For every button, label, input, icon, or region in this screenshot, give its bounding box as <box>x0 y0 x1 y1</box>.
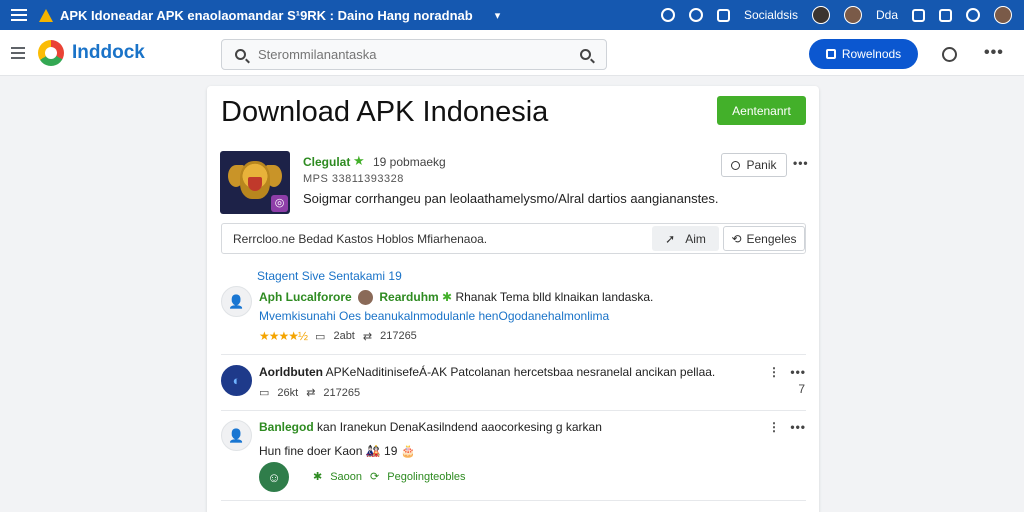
post-text: kan Iranekun DenaKasilndend aaocorkesing… <box>317 420 602 434</box>
brand-name[interactable]: Inddock <box>72 42 145 64</box>
avatar <box>358 290 374 306</box>
user-icon[interactable]: 👤 <box>221 420 252 451</box>
app-icon[interactable]: ◎ <box>220 151 290 214</box>
search-submit-icon[interactable] <box>580 49 591 60</box>
app-name[interactable]: Clegulat <box>303 155 350 169</box>
download-icon <box>825 49 836 59</box>
refresh-icon[interactable] <box>688 8 703 22</box>
star-icon: ✱ <box>442 290 453 304</box>
tab-icon[interactable] <box>716 8 730 22</box>
post-author[interactable]: Banlegod <box>259 420 314 434</box>
comment-count: 2abt <box>333 330 355 342</box>
post-stat-1[interactable]: Saoon <box>330 471 362 483</box>
comment-count: 26kt <box>277 386 299 399</box>
arrow-icon: ➚ <box>665 231 676 246</box>
avatar[interactable] <box>811 6 830 24</box>
download-button[interactable]: Rowelnods <box>809 39 918 69</box>
comment-icon: ▭ <box>259 387 270 399</box>
social-label[interactable]: Socialdsis <box>744 8 798 22</box>
tags-label: Eengeles <box>746 231 797 246</box>
pin-icon <box>731 160 741 170</box>
lock-icon[interactable] <box>660 8 675 22</box>
pin-label: Panik <box>746 158 777 172</box>
search-box[interactable] <box>221 39 607 70</box>
chevron-down-icon[interactable]: ▾ <box>495 9 501 22</box>
star-icon: ✱ <box>313 471 323 483</box>
share-icon: ⇄ <box>362 330 373 343</box>
brand-logo-icon[interactable] <box>38 40 64 66</box>
divider <box>221 354 806 355</box>
more-options-icon[interactable]: ••• <box>793 156 809 170</box>
share-icon: ⟳ <box>370 471 380 483</box>
top-bar: APK Idoneadar APK enaolaomandar S¹9RK : … <box>0 0 1024 30</box>
search-icon <box>235 49 246 60</box>
info-text: Rerrcloo.ne Bedad Kastos Hoblos Mfiarhen… <box>233 232 488 246</box>
post-author[interactable]: Aorldbuten <box>259 365 323 379</box>
vertical-dots-icon[interactable]: ⋮ <box>768 420 780 434</box>
rating-stars: ★★★★½ <box>259 329 308 343</box>
share-count: 217265 <box>323 386 361 399</box>
aim-button[interactable]: ➚ Aim <box>652 226 719 251</box>
main-card: Download APK Indonesia Aentenanrt ◎ Cleg… <box>207 86 819 512</box>
star-icon: ★ <box>353 153 365 168</box>
info-bar: Rerrcloo.ne Bedad Kastos Hoblos Mfiarhen… <box>221 223 806 254</box>
app-downloads: 19 pobmaekg <box>373 155 446 169</box>
post-badge: Rearduhm <box>379 290 439 304</box>
avatar[interactable] <box>843 6 862 24</box>
grid-icon[interactable] <box>939 8 952 22</box>
notification-icon[interactable] <box>942 47 957 62</box>
page-title: Download APK Indonesia <box>221 96 549 128</box>
more-options-icon[interactable]: ••• <box>790 365 806 379</box>
pin-button[interactable]: Panik <box>721 153 787 177</box>
account-label[interactable]: Dda <box>876 8 898 22</box>
hamburger-icon[interactable] <box>11 47 25 59</box>
window-icon[interactable] <box>912 8 925 22</box>
aim-label: Aim <box>685 231 706 246</box>
post-subline: Hun fine doer Kaon 🎎 19 🎂 <box>259 444 416 458</box>
divider <box>221 500 806 501</box>
profile-avatar[interactable] <box>994 6 1012 24</box>
instagram-icon: ◎ <box>271 195 288 212</box>
post-text: Rhanak Tema blld klnaikan landaska. <box>455 290 654 304</box>
menu-icon[interactable] <box>11 9 27 21</box>
shield-icon <box>248 177 262 191</box>
tag-icon: ⟲ <box>731 231 742 246</box>
post-stats: ★★★★½ ▭ 2abt ⇄ 217265 <box>259 329 417 343</box>
primary-action-button[interactable]: Aentenanrt <box>717 96 806 125</box>
post-stats: ✱ Saoon ⟳ Pegolingteobles <box>313 470 466 484</box>
app-meta: MPS 33811393328 <box>303 173 404 185</box>
tags-button[interactable]: ⟲ Eengeles <box>723 226 805 251</box>
app-description: Soigmar corrhangeu pan leolaathamelysmo/… <box>303 191 719 206</box>
vertical-dots-icon[interactable]: ⋮ <box>768 365 780 379</box>
post-stat-2[interactable]: Pegolingteobles <box>387 471 465 483</box>
search-input[interactable] <box>258 47 558 62</box>
post-stats: ▭ 26kt ⇄ 217265 <box>259 386 361 400</box>
settings-icon[interactable] <box>966 8 980 22</box>
topbar-actions: Socialdsis Dda <box>660 0 1012 30</box>
share-icon: ⇄ <box>306 387 316 399</box>
divider <box>221 410 806 411</box>
comment-icon: ▭ <box>315 330 326 343</box>
window-title: APK Idoneadar APK enaolaomandar S¹9RK : … <box>60 7 473 23</box>
section-label: Stagent Sive Sentakami 19 <box>257 269 402 283</box>
side-count: 7 <box>798 382 806 396</box>
site-header: Inddock Rowelnods ••• <box>0 30 1024 76</box>
download-label: Rowelnods <box>841 47 902 61</box>
app-logo-icon <box>39 8 53 22</box>
avatar[interactable]: ☺ <box>259 462 289 492</box>
post-subline[interactable]: Mvemkisunahi Oes beanukalnmodulanle henO… <box>259 309 609 323</box>
more-options-icon[interactable]: ••• <box>984 44 1004 62</box>
share-count: 217265 <box>380 330 417 342</box>
user-icon[interactable]: 👤 <box>221 286 252 317</box>
avatar[interactable]: ◐ <box>221 365 252 396</box>
more-options-icon[interactable]: ••• <box>790 420 806 434</box>
post-text: APKeNaditinisefeÁ-AK Patcolanan hercetsb… <box>325 365 716 379</box>
post-author[interactable]: Aph Lucalforore <box>259 290 352 304</box>
